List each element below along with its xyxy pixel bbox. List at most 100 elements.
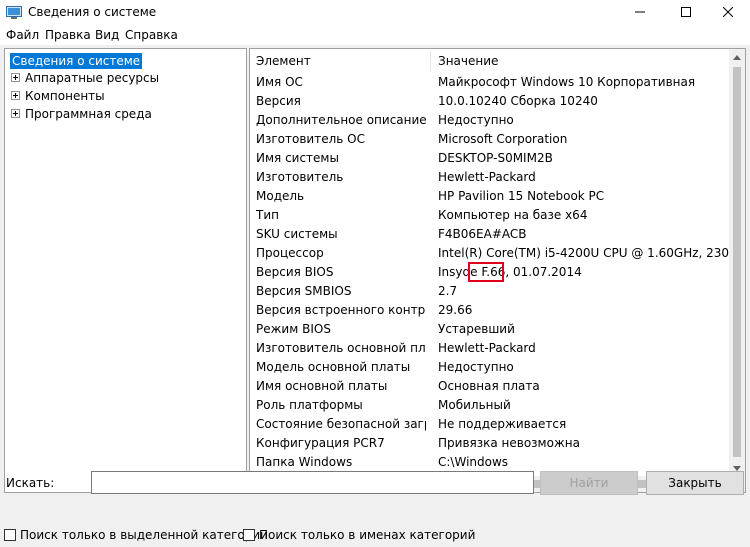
row-item-name: Процессор bbox=[256, 246, 324, 260]
row-item-name: Изготовитель bbox=[256, 170, 344, 184]
menu-view[interactable]: Вид bbox=[95, 28, 119, 42]
row-item-value: Привязка невозможна bbox=[438, 436, 580, 450]
category-names-label: Поиск только в именах категорий bbox=[259, 528, 476, 542]
table-row[interactable]: Имя ОС Майкрософт Windows 10 Корпоративна… bbox=[250, 73, 730, 92]
menu-edit[interactable]: Правка bbox=[45, 28, 91, 42]
row-item-name: Изготовитель ОС bbox=[256, 132, 365, 146]
row-item-name: Состояние безопасной загрузки bbox=[256, 417, 426, 431]
expand-plus-icon[interactable] bbox=[11, 73, 20, 82]
table-row[interactable]: Дополнительное описание ОС Недоступно bbox=[250, 111, 730, 130]
row-item-value: F4B06EA#ACB bbox=[438, 227, 527, 241]
selected-category-checkbox[interactable] bbox=[4, 529, 16, 541]
row-item-value: Intel(R) Core(TM) i5-4200U CPU @ 1.60GHz… bbox=[438, 246, 730, 260]
table-row[interactable]: SKU системы F4B06EA#ACB bbox=[250, 225, 730, 244]
column-header-item[interactable]: Элемент bbox=[256, 54, 311, 68]
close-window-button[interactable] bbox=[706, 0, 750, 26]
search-input[interactable] bbox=[91, 471, 534, 494]
row-item-name: Имя системы bbox=[256, 151, 339, 165]
minimize-button[interactable] bbox=[618, 0, 662, 26]
table-row[interactable]: Версия встроенного контроллера 29.66 bbox=[250, 301, 730, 320]
row-item-name: Версия bbox=[256, 94, 301, 108]
table-row[interactable]: Имя основной платы Основная плата bbox=[250, 377, 730, 396]
close-icon bbox=[722, 6, 734, 20]
menu-help[interactable]: Справка bbox=[125, 28, 178, 42]
expand-plus-icon[interactable] bbox=[11, 109, 20, 118]
table-row[interactable]: Модель HP Pavilion 15 Notebook PC bbox=[250, 187, 730, 206]
row-item-value: Hewlett-Packard bbox=[438, 341, 536, 355]
maximize-button[interactable] bbox=[664, 0, 708, 26]
table-row[interactable]: Изготовитель ОС Microsoft Corporation bbox=[250, 130, 730, 149]
window-title: Сведения о системе bbox=[28, 5, 157, 19]
menu-file[interactable]: Файл bbox=[6, 28, 39, 42]
row-item-value: 29.66 bbox=[438, 303, 473, 317]
row-item-name: Тип bbox=[256, 208, 279, 222]
row-item-name: Имя основной платы bbox=[256, 379, 388, 393]
row-item-name: Версия SMBIOS bbox=[256, 284, 352, 298]
tree-node-label: Аппаратные ресурсы bbox=[25, 71, 160, 85]
row-item-name: Изготовитель основной платы bbox=[256, 341, 426, 355]
category-names-checkbox[interactable] bbox=[243, 529, 255, 541]
table-row[interactable]: Тип Компьютер на базе x64 bbox=[250, 206, 730, 225]
table-row[interactable]: Версия SMBIOS 2.7 bbox=[250, 282, 730, 301]
tree-root-system-summary[interactable]: Сведения о системе bbox=[10, 53, 143, 69]
list-header: Элемент Значение bbox=[250, 49, 730, 73]
row-item-value: Мобильный bbox=[438, 398, 511, 412]
tree-node-label: Компоненты bbox=[25, 89, 105, 103]
column-header-value[interactable]: Значение bbox=[438, 54, 498, 68]
row-item-name: Модель основной платы bbox=[256, 360, 411, 374]
vertical-scrollbar[interactable] bbox=[729, 49, 745, 476]
row-item-value: Недоступно bbox=[438, 113, 514, 127]
table-row[interactable]: Конфигурация PCR7 Привязка невозможна bbox=[250, 434, 730, 453]
row-item-name: Роль платформы bbox=[256, 398, 363, 412]
close-button[interactable]: Закрыть bbox=[646, 471, 744, 495]
row-item-value: Компьютер на базе x64 bbox=[438, 208, 588, 222]
table-row[interactable]: Модель основной платы Недоступно bbox=[250, 358, 730, 377]
table-row[interactable]: Роль платформы Мобильный bbox=[250, 396, 730, 415]
row-item-value: Недоступно bbox=[438, 360, 514, 374]
table-row[interactable]: Процессор Intel(R) Core(TM) i5-4200U CPU … bbox=[250, 244, 730, 263]
row-item-value: Устаревший bbox=[438, 322, 515, 336]
table-row[interactable]: Папка Windows C:\Windows bbox=[250, 453, 730, 472]
find-button[interactable]: Найти bbox=[540, 471, 638, 495]
search-label: Искать: bbox=[6, 476, 55, 490]
system-info-app-icon bbox=[6, 6, 22, 20]
scroll-up-icon[interactable] bbox=[729, 49, 745, 65]
tree-node-label: Программная среда bbox=[25, 107, 152, 121]
title-bar: Сведения о системе bbox=[0, 0, 750, 26]
system-info-window: Сведения о системе Файл Правка Вид Справ… bbox=[0, 0, 750, 547]
row-item-value: Microsoft Corporation bbox=[438, 132, 568, 146]
row-item-value: 10.0.10240 Сборка 10240 bbox=[438, 94, 598, 108]
row-item-name: Дополнительное описание ОС bbox=[256, 113, 426, 127]
row-item-value: Основная плата bbox=[438, 379, 540, 393]
vertical-scroll-thumb[interactable] bbox=[733, 67, 741, 457]
row-item-value: DESKTOP-S0MIM2B bbox=[438, 151, 553, 165]
list-rows: Имя ОС Майкрософт Windows 10 Корпоративна… bbox=[250, 73, 730, 472]
row-item-name: Версия встроенного контроллера bbox=[256, 303, 426, 317]
table-row[interactable]: Имя системы DESKTOP-S0MIM2B bbox=[250, 149, 730, 168]
row-item-name: Режим BIOS bbox=[256, 322, 331, 336]
expand-plus-icon[interactable] bbox=[11, 91, 20, 100]
row-item-name: Версия BIOS bbox=[256, 265, 334, 279]
table-row[interactable]: Версия 10.0.10240 Сборка 10240 bbox=[250, 92, 730, 111]
table-row[interactable]: Версия BIOS Insyde F.66, 01.07.2014 bbox=[250, 263, 730, 282]
maximize-icon bbox=[681, 6, 691, 20]
column-divider[interactable] bbox=[430, 51, 431, 71]
row-item-value: C:\Windows bbox=[438, 455, 509, 469]
row-item-value: Не поддерживается bbox=[438, 417, 567, 431]
table-row[interactable]: Изготовитель Hewlett-Packard bbox=[250, 168, 730, 187]
minimize-icon bbox=[635, 6, 645, 20]
table-row[interactable]: Состояние безопасной загрузки Не поддержи… bbox=[250, 415, 730, 434]
details-list: Элемент Значение Имя ОС Майкрософт Window… bbox=[249, 48, 746, 493]
row-item-name: Модель bbox=[256, 189, 305, 203]
selected-category-label: Поиск только в выделенной категории bbox=[20, 528, 268, 542]
row-item-name: SKU системы bbox=[256, 227, 338, 241]
row-item-value: HP Pavilion 15 Notebook PC bbox=[438, 189, 605, 203]
table-row[interactable]: Режим BIOS Устаревший bbox=[250, 320, 730, 339]
row-item-name: Имя ОС bbox=[256, 75, 303, 89]
row-item-name: Папка Windows bbox=[256, 455, 353, 469]
row-item-value: Hewlett-Packard bbox=[438, 170, 536, 184]
row-item-value: Майкрософт Windows 10 Корпоративная bbox=[438, 75, 696, 89]
table-row[interactable]: Изготовитель основной платы Hewlett-Packa… bbox=[250, 339, 730, 358]
menu-bar: Файл Правка Вид Справка bbox=[0, 26, 750, 45]
row-item-value: Insyde F.66, 01.07.2014 bbox=[438, 265, 582, 279]
